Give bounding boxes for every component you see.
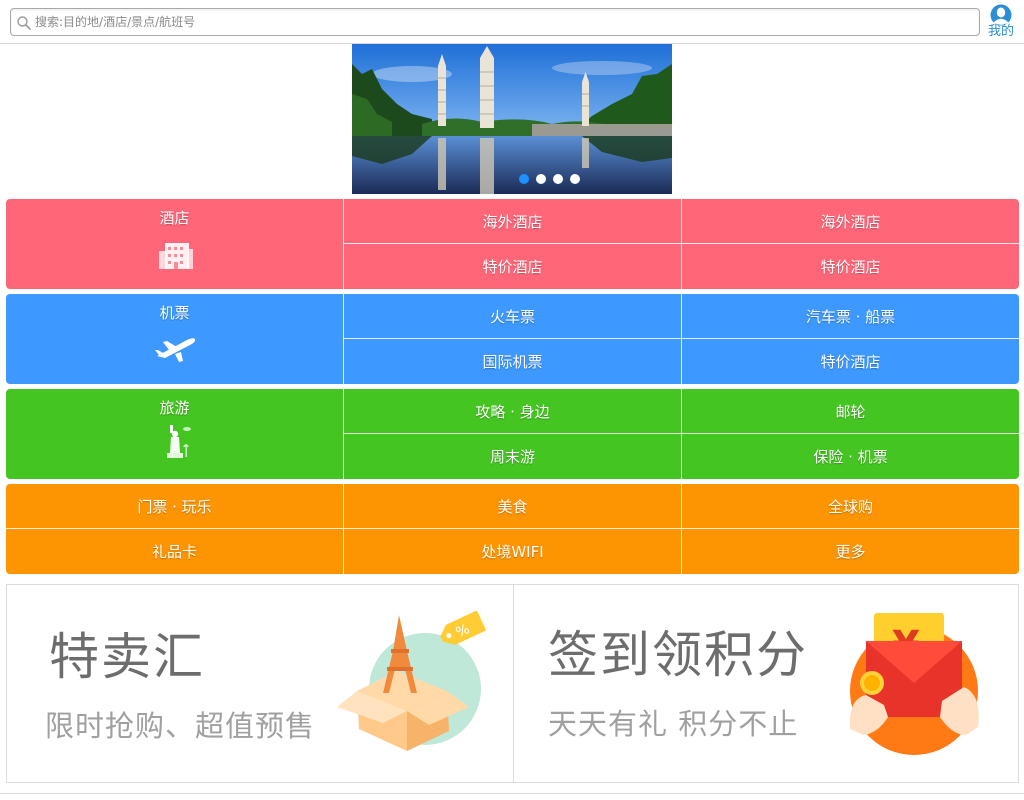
flash-sale-title: 特卖汇 <box>49 628 205 686</box>
carousel-dot[interactable] <box>553 174 563 184</box>
hotel-main-tile[interactable]: 酒店 <box>6 199 343 289</box>
guide-nearby-tile[interactable]: 攻略 · 身边 <box>344 389 681 433</box>
search-icon <box>17 16 31 30</box>
discount-hotel-tile[interactable]: 特价酒店 <box>682 244 1019 289</box>
cruise-tile[interactable]: 邮轮 <box>682 389 1019 433</box>
hotel-section: 酒店 海外酒店 海外酒店 特价酒店 特价酒店 <box>6 199 1019 289</box>
global-shopping-tile[interactable]: 全球购 <box>682 484 1019 528</box>
more-services-section: 门票 · 玩乐 美食 全球购 礼品卡 处境WIFI 更多 <box>6 484 1019 574</box>
flight-main-tile[interactable]: 机票 <box>6 294 343 384</box>
carousel-dot[interactable] <box>519 174 529 184</box>
tickets-fun-tile[interactable]: 门票 · 玩乐 <box>6 484 343 528</box>
discount-hotel-tile[interactable]: 特价酒店 <box>682 339 1019 384</box>
overseas-hotel-tile[interactable]: 海外酒店 <box>344 199 681 243</box>
checkin-title: 签到领积分 <box>548 626 808 684</box>
travel-main-tile[interactable]: 旅游 <box>6 389 343 479</box>
hotel-label: 酒店 <box>159 209 190 227</box>
travel-label: 旅游 <box>159 399 190 417</box>
flash-sale-banner[interactable]: 特卖汇 限时抢购、超值预售 % <box>7 585 513 782</box>
more-tile[interactable]: 更多 <box>682 529 1019 574</box>
account-label: 我的 <box>987 24 1014 39</box>
overseas-hotel-tile[interactable]: 海外酒店 <box>682 199 1019 243</box>
checkin-subtitle: 天天有礼 积分不止 <box>548 707 799 741</box>
bus-ship-ticket-tile[interactable]: 汽车票 · 船票 <box>682 294 1019 338</box>
user-icon <box>990 4 1012 26</box>
discount-hotel-tile[interactable]: 特价酒店 <box>344 244 681 289</box>
carousel-dot[interactable] <box>570 174 580 184</box>
promo-panel: 特卖汇 限时抢购、超值预售 % 签到领积分 天天有礼 积分不止 ¥ <box>6 584 1019 783</box>
flight-section: 机票 火车票 汽车票 · 船票 国际机票 特价酒店 <box>6 294 1019 384</box>
banner-carousel[interactable] <box>352 44 672 194</box>
train-ticket-tile[interactable]: 火车票 <box>344 294 681 338</box>
bottom-divider <box>0 793 1024 794</box>
flight-label: 机票 <box>159 304 190 322</box>
hotel-building-icon <box>158 243 193 269</box>
gift-card-tile[interactable]: 礼品卡 <box>6 529 343 574</box>
statue-of-liberty-icon <box>166 425 191 458</box>
banner-image <box>352 44 672 194</box>
carousel-dot[interactable] <box>536 174 546 184</box>
flash-sale-subtitle: 限时抢购、超值预售 <box>45 709 316 743</box>
insurance-flight-tile[interactable]: 保险 · 机票 <box>682 434 1019 479</box>
account-button[interactable]: 我的 <box>984 4 1018 42</box>
top-bar: 我的 <box>0 0 1024 44</box>
red-envelope-coin-icon: ¥ <box>849 613 979 755</box>
carousel-dots <box>519 174 580 184</box>
airplane-icon <box>154 338 195 362</box>
weekend-trip-tile[interactable]: 周末游 <box>344 434 681 479</box>
eiffel-tower-box-icon: % <box>337 611 487 751</box>
wifi-tile[interactable]: 处境WIFI <box>344 529 681 574</box>
checkin-points-banner[interactable]: 签到领积分 天天有礼 积分不止 ¥ <box>513 585 1018 782</box>
search-input[interactable] <box>35 9 965 35</box>
travel-section: 旅游 攻略 · 身边 邮轮 周末游 保险 · 机票 <box>6 389 1019 479</box>
food-tile[interactable]: 美食 <box>344 484 681 528</box>
search-box[interactable] <box>10 8 980 36</box>
international-flight-tile[interactable]: 国际机票 <box>344 339 681 384</box>
